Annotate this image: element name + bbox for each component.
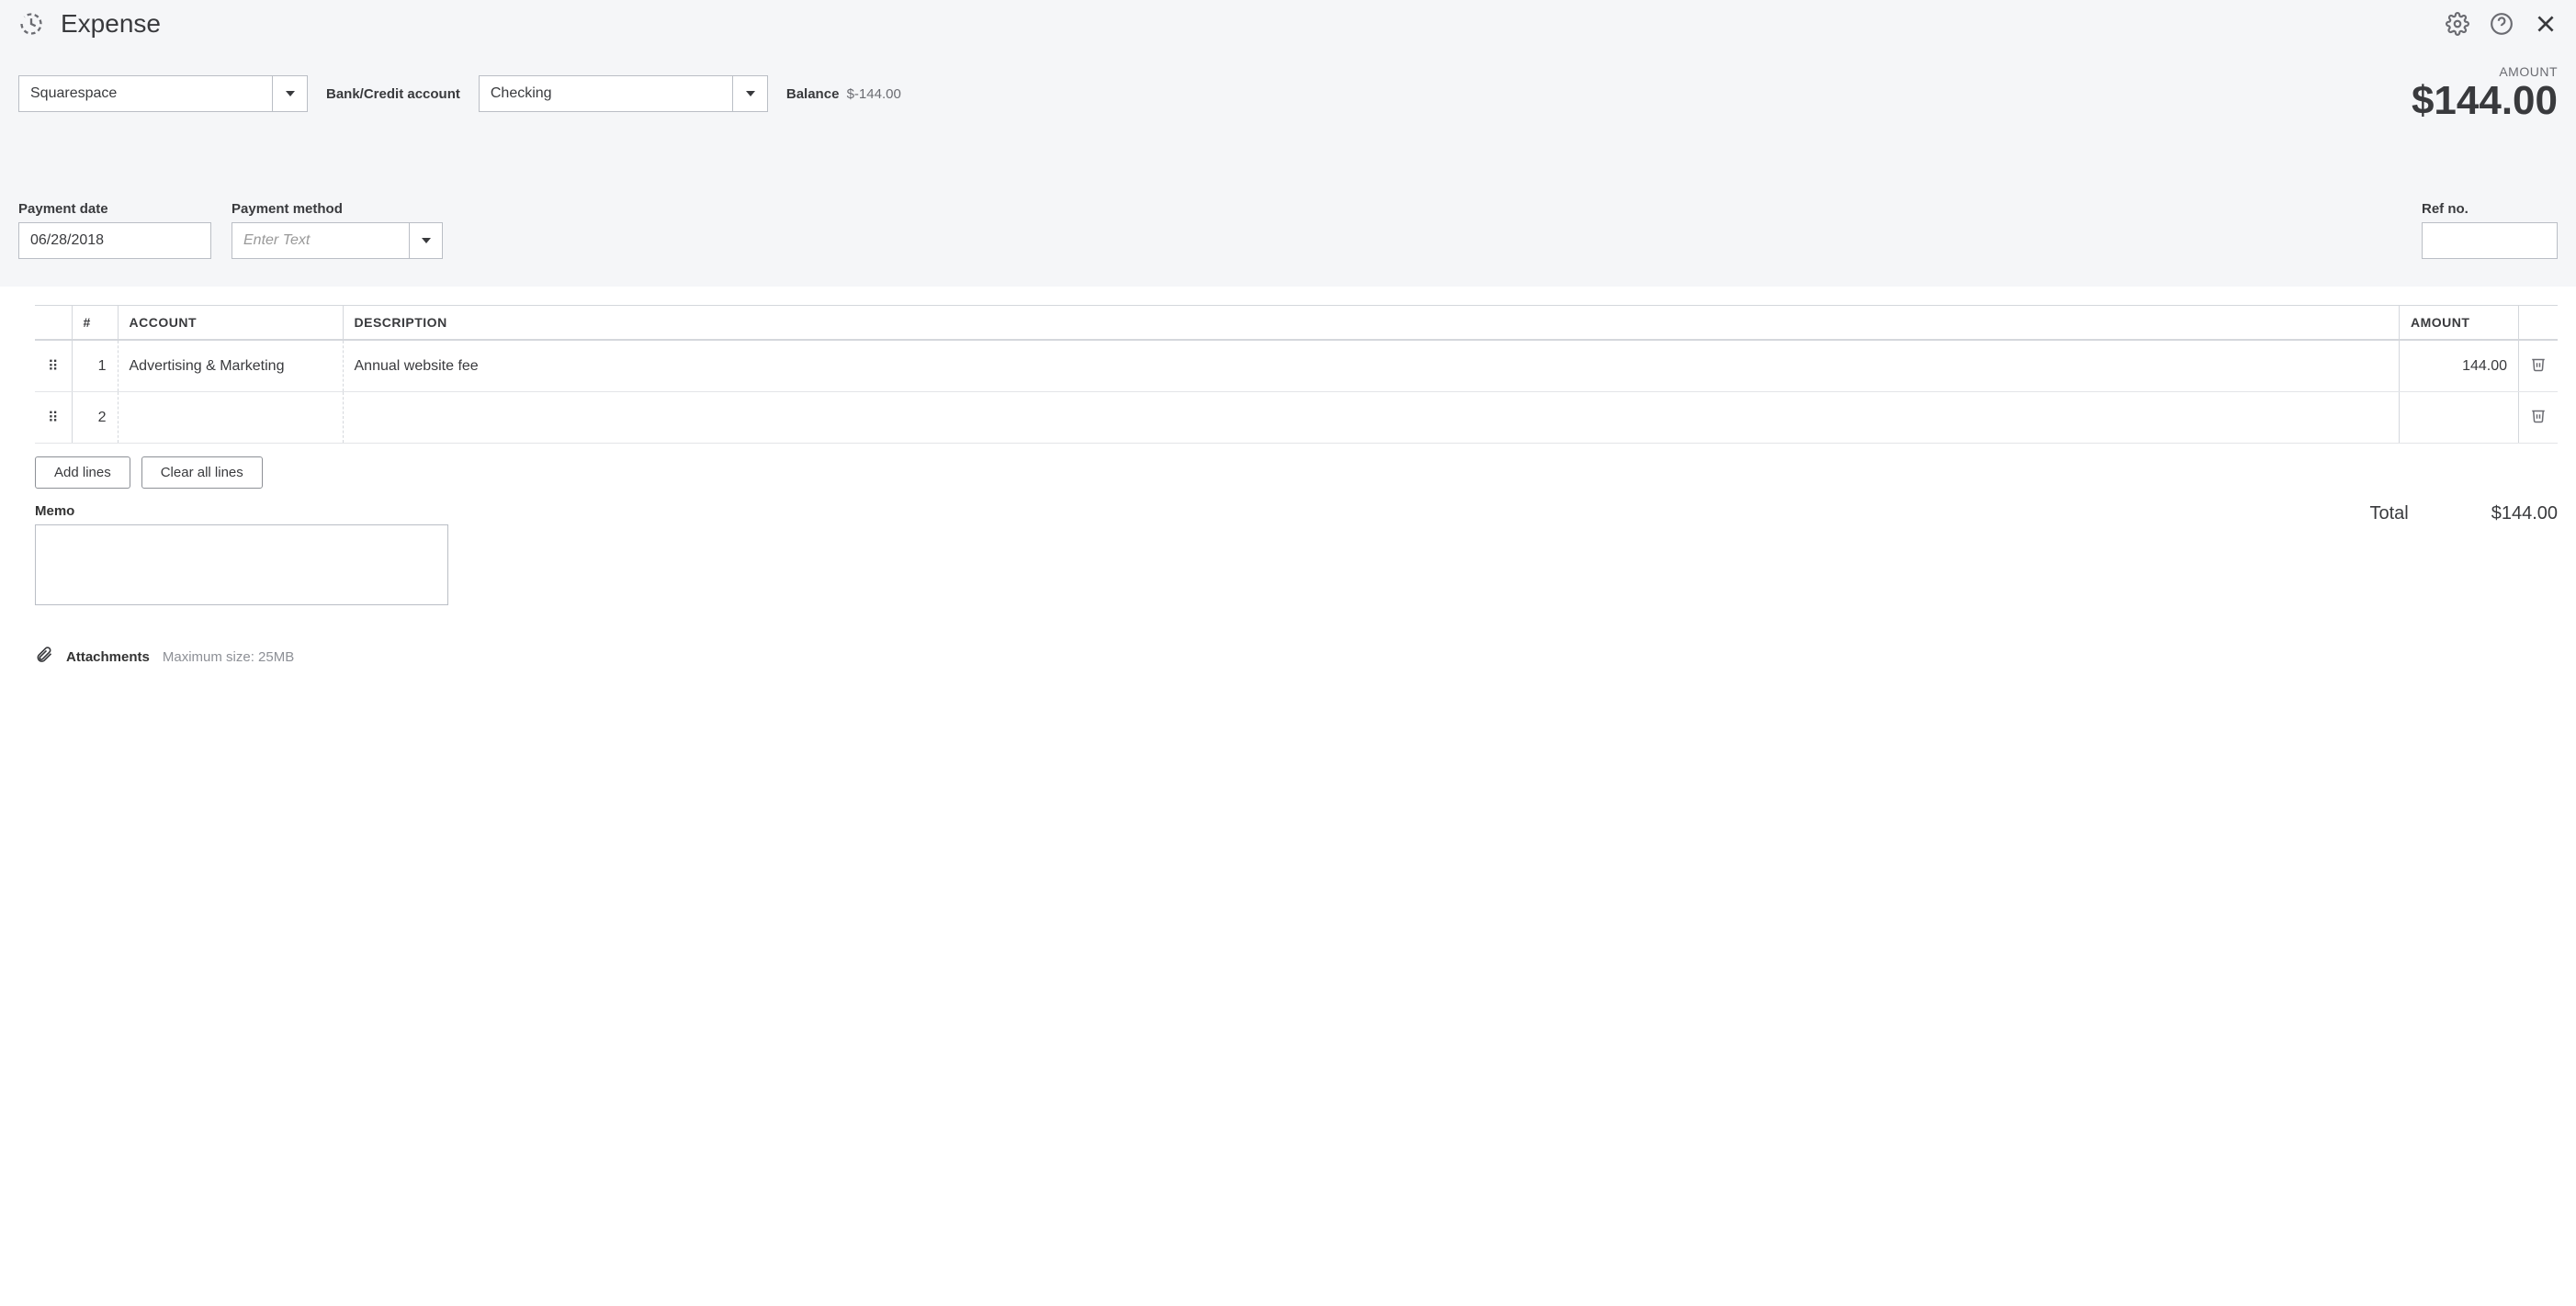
gear-icon[interactable] — [2446, 12, 2469, 36]
row-description[interactable] — [343, 392, 2400, 444]
bank-account-input[interactable] — [480, 76, 732, 111]
payment-date-input[interactable] — [18, 222, 211, 259]
bank-account-select[interactable] — [479, 75, 768, 112]
total-value: $144.00 — [2491, 503, 2558, 524]
payee-input[interactable] — [19, 76, 272, 111]
attachments-label[interactable]: Attachments — [66, 649, 150, 665]
col-header-description: DESCRIPTION — [343, 306, 2400, 341]
delete-row-button[interactable] — [2519, 392, 2559, 444]
col-header-num: # — [72, 306, 118, 341]
close-icon[interactable] — [2534, 12, 2558, 36]
bank-account-label: Bank/Credit account — [326, 86, 460, 102]
chevron-down-icon — [746, 91, 755, 96]
page-title: Expense — [61, 9, 161, 39]
history-icon[interactable] — [18, 11, 44, 37]
row-amount[interactable]: 144.00 — [2400, 340, 2519, 392]
balance-label: Balance — [786, 86, 840, 102]
attachments-hint: Maximum size: 25MB — [163, 649, 294, 665]
row-amount[interactable] — [2400, 392, 2519, 444]
row-num: 2 — [72, 392, 118, 444]
drag-handle-icon[interactable]: ⠿ — [35, 340, 72, 392]
header-bar: Expense — [0, 0, 2576, 48]
col-header-amount: AMOUNT — [2400, 306, 2519, 341]
col-header-account: ACCOUNT — [118, 306, 343, 341]
chevron-down-icon — [422, 238, 431, 243]
row-account[interactable] — [118, 392, 343, 444]
total-label: Total — [2369, 503, 2408, 524]
line-items-section: # ACCOUNT DESCRIPTION AMOUNT ⠿ 1 Adverti… — [0, 287, 2576, 444]
table-row[interactable]: ⠿ 2 — [35, 392, 2558, 444]
balance-value: $-144.00 — [847, 86, 901, 102]
help-icon[interactable] — [2490, 12, 2514, 36]
amount-value: $144.00 — [2412, 79, 2558, 123]
table-row[interactable]: ⠿ 1 Advertising & Marketing Annual websi… — [35, 340, 2558, 392]
payment-method-dropdown-button[interactable] — [409, 223, 442, 258]
row-account[interactable]: Advertising & Marketing — [118, 340, 343, 392]
payment-method-label: Payment method — [232, 201, 443, 217]
payee-dropdown-button[interactable] — [272, 76, 307, 111]
ref-no-input[interactable] — [2422, 222, 2558, 259]
line-items-table: # ACCOUNT DESCRIPTION AMOUNT ⠿ 1 Adverti… — [35, 305, 2558, 444]
memo-label: Memo — [35, 503, 448, 519]
payment-date-label: Payment date — [18, 201, 211, 217]
ref-no-label: Ref no. — [2422, 201, 2558, 217]
clear-all-lines-button[interactable]: Clear all lines — [141, 456, 263, 489]
row-description[interactable]: Annual website fee — [343, 340, 2400, 392]
payment-method-input[interactable] — [232, 223, 409, 258]
row-num: 1 — [72, 340, 118, 392]
bank-account-dropdown-button[interactable] — [732, 76, 767, 111]
drag-handle-icon[interactable]: ⠿ — [35, 392, 72, 444]
attachment-icon[interactable] — [35, 646, 53, 668]
amount-caption: AMOUNT — [2412, 64, 2558, 79]
delete-row-button[interactable] — [2519, 340, 2559, 392]
form-top-section: Bank/Credit account Balance $-144.00 AMO… — [0, 48, 2576, 287]
memo-input[interactable] — [35, 524, 448, 605]
chevron-down-icon — [286, 91, 295, 96]
payee-select[interactable] — [18, 75, 308, 112]
add-lines-button[interactable]: Add lines — [35, 456, 130, 489]
payment-method-select[interactable] — [232, 222, 443, 259]
balance-display: Balance $-144.00 — [786, 86, 901, 102]
